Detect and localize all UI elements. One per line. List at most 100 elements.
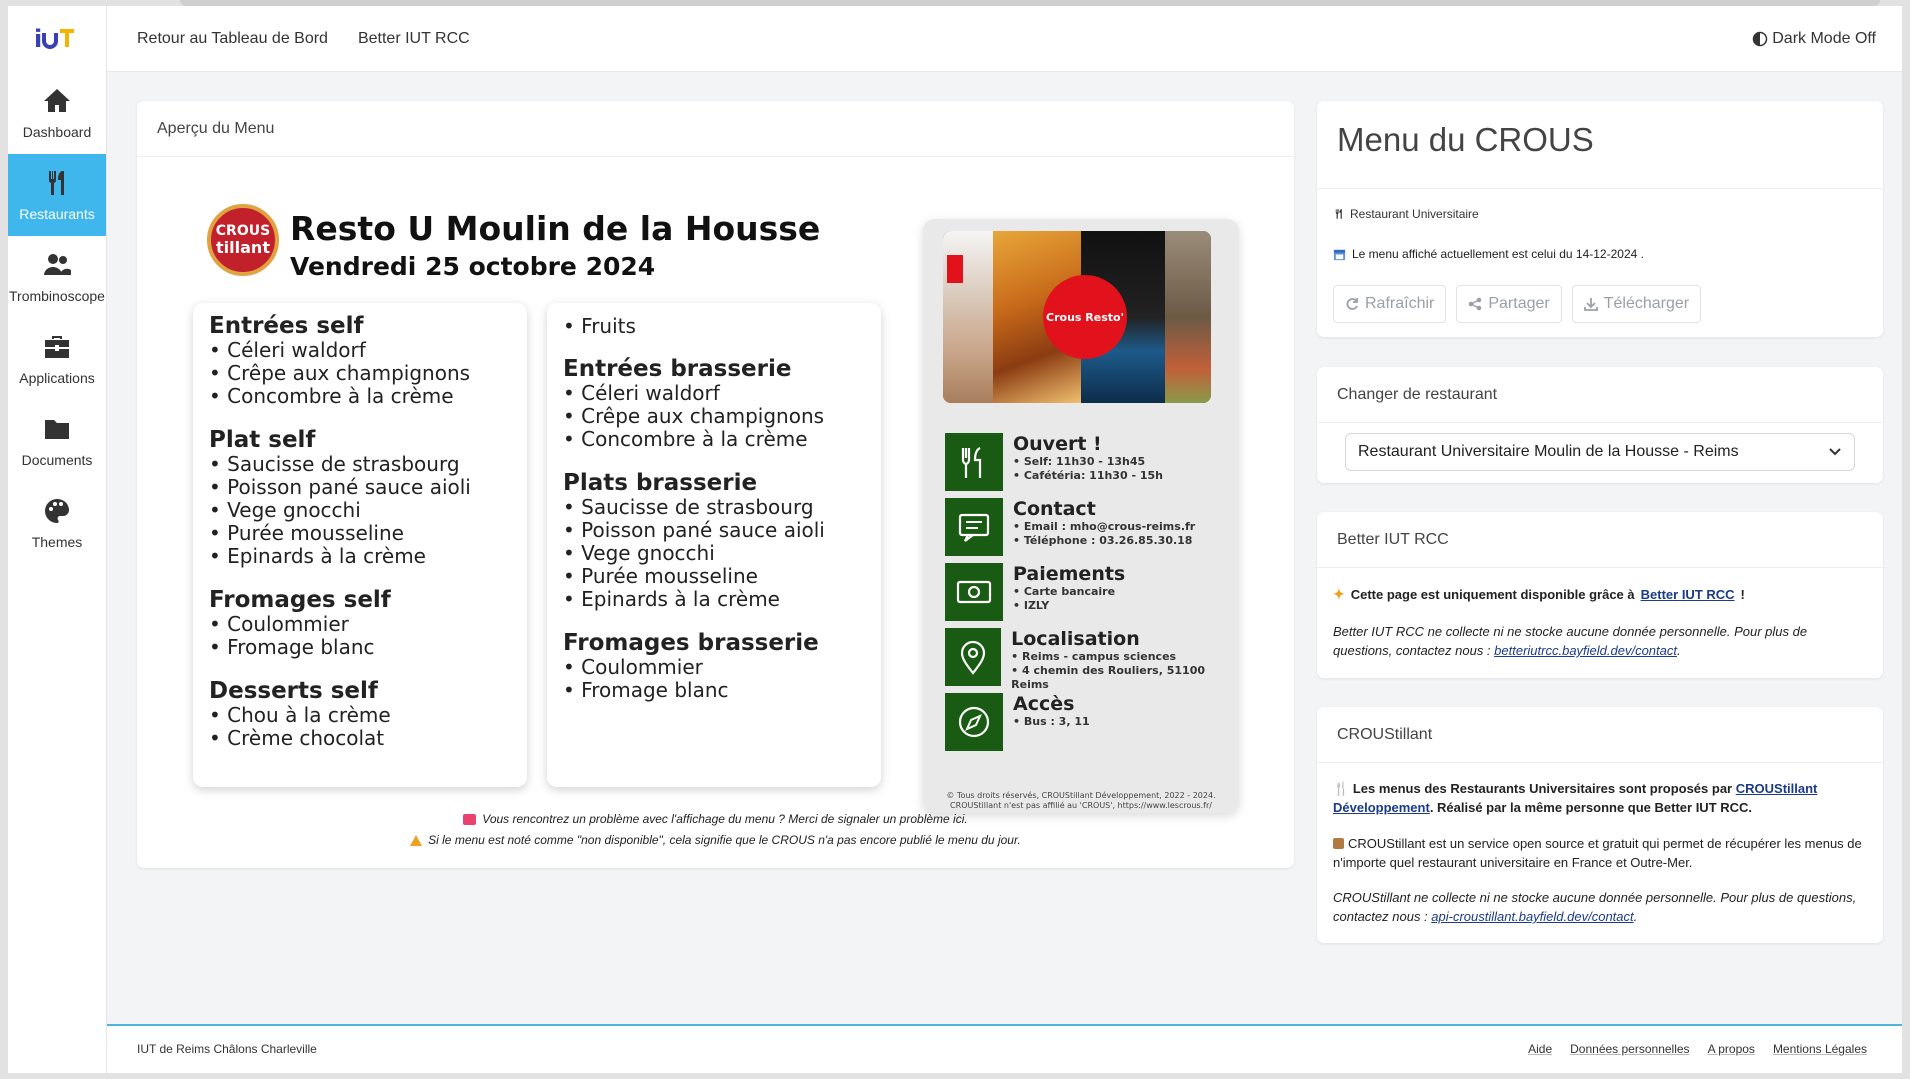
download-icon (1583, 298, 1598, 311)
package-icon (1333, 838, 1344, 849)
toolbox-icon (45, 336, 69, 358)
croustillant-card: CROUStillant 🍴 Les menus des Restaurants… (1317, 707, 1883, 943)
calendar-icon (1333, 249, 1346, 260)
info-line: • IZLY (1013, 599, 1050, 612)
menu-section-title: Desserts self (209, 678, 378, 704)
menu-item: • Vege gnocchi (209, 498, 361, 522)
menu-date-info: Le menu affiché actuellement est celui d… (1333, 247, 1644, 261)
crous-menu-title: Menu du CROUS (1317, 101, 1883, 189)
sidebar-item-documents[interactable]: Documents (8, 400, 106, 482)
sidebar-item-label: Trombinoscope (9, 288, 105, 304)
sidebar-item-restaurants[interactable]: Restaurants (8, 154, 106, 236)
info-line: • Self: 11h30 - 13h45 (1013, 455, 1146, 468)
sparkle-icon: ✦ (1333, 586, 1345, 602)
crous-actions: Rafraîchir Partager Télécharger (1333, 285, 1702, 323)
croustillant-p2: CROUStillant est un service open source … (1333, 836, 1862, 870)
sidebar-item-dashboard[interactable]: Dashboard (8, 72, 106, 154)
menu-poster: CROUS tillant Resto U Moulin de la Houss… (193, 189, 1247, 813)
menu-section-title: Fromages brasserie (563, 630, 819, 656)
info-line: • Carte bancaire (1013, 585, 1116, 598)
menu-item: • Poisson pané sauce aioli (209, 475, 471, 499)
footer-link-mentions[interactable]: Mentions Légales (1773, 1042, 1867, 1056)
croustillant-contact-link[interactable]: api-croustillant.bayfield.dev/contact (1431, 909, 1633, 924)
logo-text-top: CROUS (215, 223, 271, 239)
palette-icon (45, 499, 69, 523)
better-iut-line: ✦ Cette page est uniquement disponible g… (1333, 585, 1745, 604)
topbar: Retour au Tableau de Bord Better IUT RCC… (107, 6, 1902, 72)
menu-item: • Crêpe aux champignons (563, 404, 825, 428)
dark-mode-toggle[interactable]: Dark Mode Off (1752, 30, 1876, 48)
info-line: • Téléphone : 03.26.85.30.18 (1013, 534, 1193, 547)
better-iut-contact-link[interactable]: betteriutrcc.bayfield.dev/contact (1494, 643, 1677, 658)
app-logo[interactable]: i (8, 6, 106, 72)
chevron-down-icon (1829, 448, 1841, 456)
menu-section-title: Entrées self (209, 313, 364, 339)
warning-icon (410, 835, 423, 847)
better-iut-card: Better IUT RCC ✦ Cette page est uniqueme… (1317, 512, 1883, 678)
dark-mode-label: Dark Mode Off (1772, 30, 1876, 47)
info-title: Contact (1013, 498, 1096, 520)
menu-date: Vendredi 25 octobre 2024 (290, 252, 656, 281)
sidebar-item-label: Applications (19, 370, 95, 386)
home-icon (44, 89, 70, 112)
compass-icon (945, 693, 1003, 751)
change-restaurant-title: Changer de restaurant (1317, 367, 1883, 423)
menu-column-brasserie: • Fruits Entrées brasserie • Céleri waldo… (547, 303, 881, 787)
menu-item: • Poisson pané sauce aioli (563, 518, 825, 542)
share-button[interactable]: Partager (1456, 285, 1562, 323)
better-iut-card-link[interactable]: Better IUT RCC (1641, 585, 1735, 604)
menu-item: • Fromage blanc (563, 678, 729, 702)
fork-knife-icon: 🍴 (1333, 781, 1350, 796)
half-circle-icon (1753, 31, 1768, 47)
menu-item: • Epinards à la crème (209, 544, 426, 568)
footer-link-apropos[interactable]: A propos (1708, 1042, 1755, 1056)
restaurant-select[interactable]: Restaurant Universitaire Moulin de la Ho… (1345, 433, 1855, 471)
menu-item: • Céleri waldorf (563, 381, 720, 405)
iut-logo-icon: i (34, 25, 74, 53)
croustillant-title: CROUStillant (1317, 707, 1883, 763)
info-line: • Bus : 3, 11 (1013, 715, 1090, 728)
restaurant-name: Resto U Moulin de la Housse (290, 209, 821, 248)
info-line: • 4 chemin des Rouliers, 51100 Reims (1011, 664, 1206, 691)
menu-item: • Purée mousseline (563, 564, 758, 588)
sidebar-item-trombinoscope[interactable]: Trombinoscope (8, 236, 106, 318)
croustillant-p3: CROUStillant ne collecte ni ne stocke au… (1333, 890, 1857, 924)
svg-text:i: i (34, 25, 42, 53)
menu-item: • Purée mousseline (209, 521, 404, 545)
info-line: • Reims - campus sciences (1011, 650, 1177, 663)
sidebar-item-label: Dashboard (22, 124, 92, 140)
sidebar-item-label: Documents (21, 452, 93, 468)
footer-link-aide[interactable]: Aide (1528, 1042, 1552, 1056)
menu-item: • Crêpe aux champignons (209, 361, 471, 385)
utensils-icon (1335, 209, 1342, 219)
menu-item: • Crème chocolat (209, 726, 385, 750)
restaurant-type: Restaurant Universitaire (1333, 207, 1479, 221)
sidebar-item-applications[interactable]: Applications (8, 318, 106, 400)
crous-menu-card: Menu du CROUS Restaurant Universitaire L… (1317, 101, 1883, 337)
better-iut-link[interactable]: Better IUT RCC (358, 30, 470, 48)
back-to-dashboard-link[interactable]: Retour au Tableau de Bord (137, 30, 328, 48)
download-button[interactable]: Télécharger (1571, 285, 1702, 323)
menu-item: • Coulommier (563, 655, 703, 679)
map-pin-icon (945, 628, 1002, 686)
sos-icon (463, 814, 477, 826)
restaurant-select-value: Restaurant Universitaire Moulin de la Ho… (1358, 443, 1739, 460)
crous-resto-logo: Crous Resto' (1043, 275, 1127, 359)
utensils-icon (945, 433, 1003, 491)
menu-item: • Saucisse de strasbourg (209, 452, 460, 476)
refresh-button[interactable]: Rafraîchir (1333, 285, 1447, 323)
logo-text-bottom: tillant (216, 238, 270, 257)
message-icon (945, 498, 1003, 556)
menu-item: • Epinards à la crème (563, 587, 780, 611)
menu-section-title: Plat self (209, 427, 316, 453)
footer-link-donnees[interactable]: Données personnelles (1570, 1042, 1689, 1056)
menu-section-title: Entrées brasserie (563, 356, 792, 382)
money-icon (945, 563, 1003, 621)
sidebar-item-themes[interactable]: Themes (8, 482, 106, 564)
croustillant-logo: CROUS tillant (207, 204, 279, 276)
refresh-icon (1346, 298, 1358, 310)
menu-item: • Fruits (563, 314, 636, 338)
report-notice: Vous rencontrez un problème avec l'affic… (137, 812, 1294, 826)
info-row: Contact • Email : mho@crous-reims.fr • Tél… (945, 498, 1195, 556)
menu-section-title: Plats brasserie (563, 470, 758, 496)
